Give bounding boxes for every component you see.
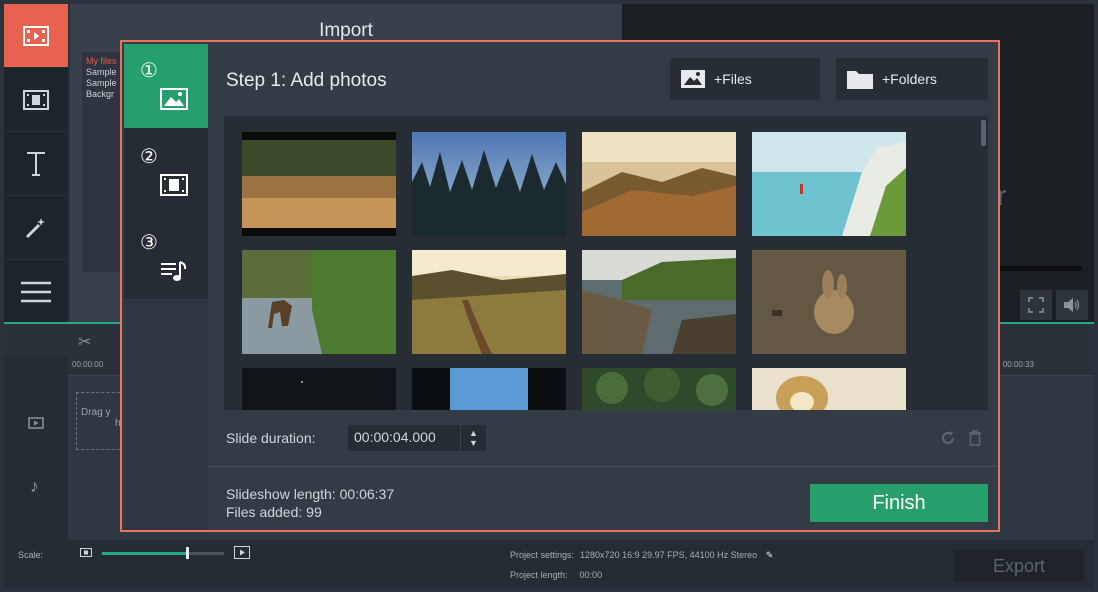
step-2-transitions[interactable]: ② xyxy=(124,130,208,214)
video-track-icon xyxy=(28,416,44,434)
gallery-scrollbar[interactable] xyxy=(981,120,986,146)
photo-thumbnail[interactable] xyxy=(242,132,396,236)
volume-button[interactable] xyxy=(1056,290,1088,320)
wizard-title: Step 1: Add photos xyxy=(226,70,387,91)
photo-thumbnail[interactable] xyxy=(242,368,396,410)
filters-tool[interactable] xyxy=(4,68,68,132)
titles-tool[interactable] xyxy=(4,132,68,196)
rotate-icon[interactable] xyxy=(940,430,956,451)
add-files-label: +Files xyxy=(714,71,752,87)
scale-slider-fill xyxy=(102,552,188,555)
import-title: Import xyxy=(319,20,373,41)
volume-icon xyxy=(1064,298,1080,312)
slide-duration-label: Slide duration: xyxy=(226,430,316,446)
magic-wand-icon xyxy=(25,217,45,238)
edit-pencil-icon[interactable]: ✎ xyxy=(766,550,774,560)
photo-icon xyxy=(681,70,705,88)
add-folders-label: +Folders xyxy=(882,71,937,87)
transitions-tool[interactable] xyxy=(4,196,68,260)
zoom-out-icon[interactable] xyxy=(80,548,92,559)
photo-gallery[interactable] xyxy=(224,116,988,410)
folder-icon xyxy=(847,71,873,89)
player-scrubber[interactable] xyxy=(1000,266,1082,271)
add-folders-button[interactable]: +Folders xyxy=(836,58,988,100)
audio-track-icon: ♪ xyxy=(30,476,39,496)
project-settings: Project settings: 1280x720 16:9 29.97 FPS… xyxy=(510,550,774,560)
filmstrip-icon xyxy=(160,174,188,196)
photo-thumbnail[interactable] xyxy=(582,368,736,410)
left-toolbar xyxy=(4,4,68,324)
more-tools[interactable] xyxy=(4,260,68,324)
slide-duration-input[interactable]: 00:00:04.000 xyxy=(348,425,460,451)
finish-button[interactable]: Finish xyxy=(810,484,988,522)
photo-thumbnail[interactable] xyxy=(242,250,396,354)
time-end: 00:00:33 xyxy=(1002,360,1034,369)
titles-icon xyxy=(27,151,45,176)
files-added: Files added: 99 xyxy=(226,504,322,520)
step-3-music[interactable]: ③ xyxy=(124,216,208,300)
time-start: 00:00:00 xyxy=(72,360,104,369)
scale-slider-handle[interactable] xyxy=(186,547,190,559)
wizard-steps: ① ② ③ xyxy=(124,44,208,299)
music-list-icon xyxy=(161,261,187,281)
photo-thumbnail[interactable] xyxy=(582,132,736,236)
photo-thumbnail[interactable] xyxy=(752,368,906,410)
step-number: ① xyxy=(140,60,158,82)
import-tool[interactable] xyxy=(4,4,68,68)
step-number: ② xyxy=(140,146,158,168)
photo-thumbnail[interactable] xyxy=(752,250,906,354)
step-number: ③ xyxy=(140,232,158,254)
slideshow-wizard: ① ② ③ Step 1: Add photos +Files +Folders xyxy=(120,40,1000,532)
duration-stepper[interactable]: ▲ ▼ xyxy=(460,425,486,451)
add-files-button[interactable]: +Files xyxy=(670,58,820,100)
zoom-in-icon[interactable] xyxy=(234,546,250,561)
photo-thumbnail[interactable] xyxy=(412,250,566,354)
scale-label: Scale: xyxy=(18,550,44,560)
import-icon xyxy=(23,25,49,46)
filters-icon xyxy=(23,89,49,110)
photo-thumbnail[interactable] xyxy=(412,368,566,410)
scissors-icon[interactable]: ✂ xyxy=(78,332,91,352)
photo-thumbnail[interactable] xyxy=(412,132,566,236)
step-1-add-photos[interactable]: ① xyxy=(124,44,208,128)
status-bar: Scale: Project settings: 1280x720 16:9 29… xyxy=(4,540,1094,588)
photo-thumbnail[interactable] xyxy=(752,132,906,236)
photo-thumbnail[interactable] xyxy=(582,250,736,354)
export-button[interactable]: Export xyxy=(954,550,1084,582)
fullscreen-icon xyxy=(1028,297,1044,313)
project-length: Project length: 00:00 xyxy=(510,570,603,580)
more-tools-icon xyxy=(21,281,51,302)
slideshow-length: Slideshow length: 00:06:37 xyxy=(226,486,395,502)
scale-slider[interactable] xyxy=(102,547,224,559)
fullscreen-button[interactable] xyxy=(1020,290,1052,320)
trash-icon[interactable] xyxy=(968,430,982,451)
track-headers: ♪ xyxy=(4,356,68,540)
photo-icon xyxy=(160,88,188,110)
